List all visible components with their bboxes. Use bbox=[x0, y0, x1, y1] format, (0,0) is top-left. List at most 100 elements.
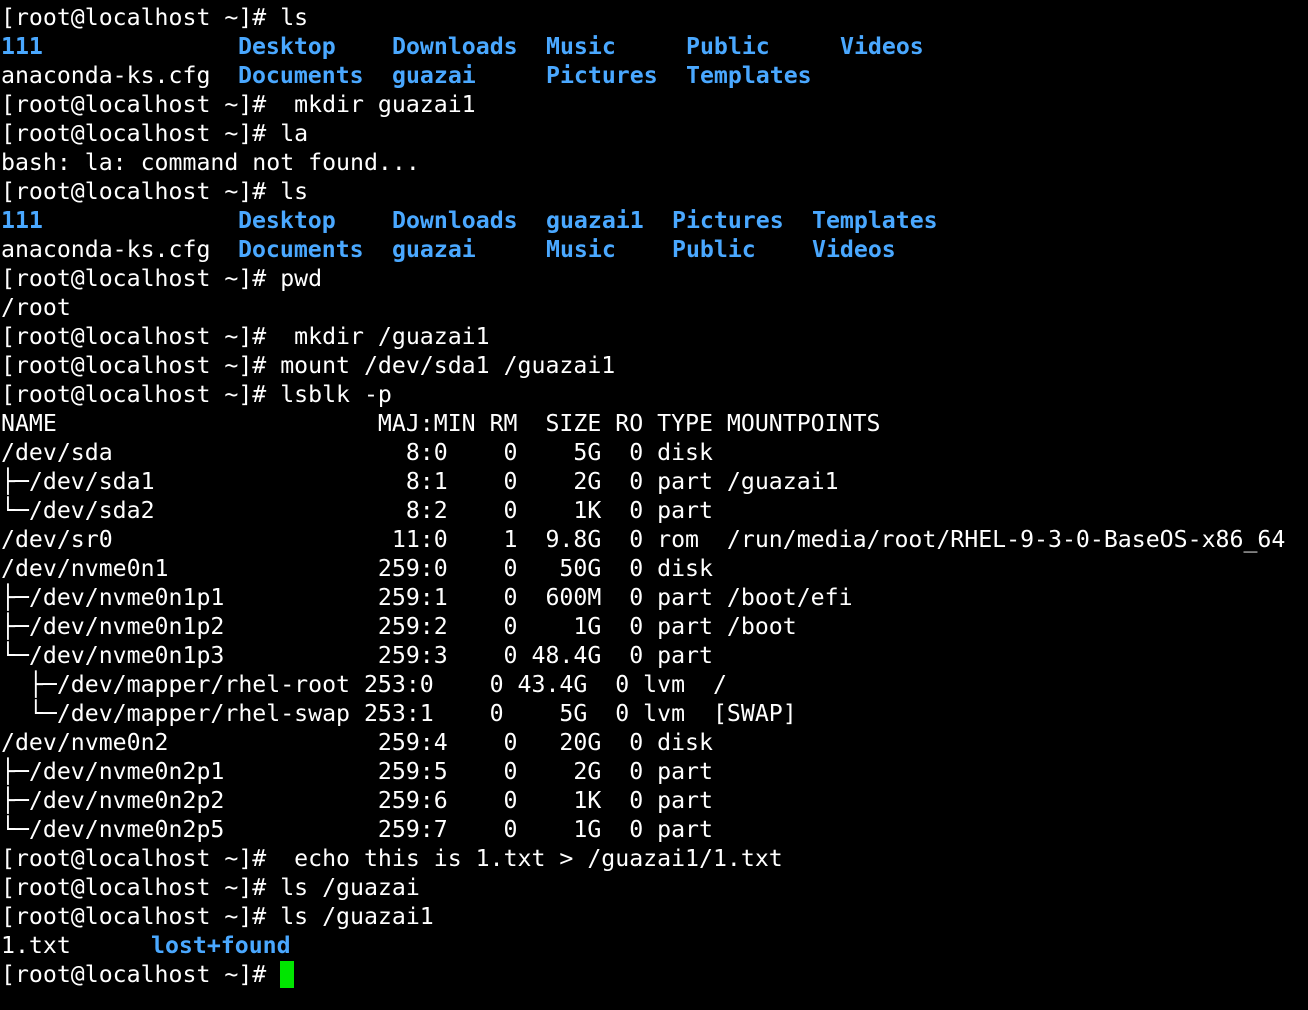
directory-entry: Templates bbox=[686, 62, 812, 89]
directory-entry: Videos bbox=[812, 236, 896, 263]
output-line: /dev/nvme0n1 259:0 0 50G 0 disk bbox=[1, 554, 1308, 583]
output-text: └─/dev/nvme0n2p5 259:7 0 1G 0 part bbox=[1, 816, 727, 843]
output-text: ├─/dev/nvme0n1p1 259:1 0 600M 0 part /bo… bbox=[1, 584, 853, 611]
listing-line: anaconda-ks.cfg Documents guazai Music Publi… bbox=[1, 235, 1308, 264]
directory-entry: lost+found bbox=[151, 932, 291, 959]
directory-entry: Desktop bbox=[238, 33, 336, 60]
output-line: └─/dev/nvme0n1p3 259:3 0 48.4G 0 part bbox=[1, 641, 1308, 670]
shell-prompt: [root@localhost ~]# bbox=[1, 4, 281, 31]
directory-entry: 111 bbox=[1, 207, 43, 234]
shell-prompt: [root@localhost ~]# bbox=[1, 903, 281, 930]
directory-entry: Pictures bbox=[672, 207, 784, 234]
directory-entry: Documents bbox=[238, 62, 364, 89]
output-text: ├─/dev/nvme0n2p2 259:6 0 1K 0 part bbox=[1, 787, 727, 814]
directory-entry: guazai bbox=[392, 62, 476, 89]
shell-prompt: [root@localhost ~]# bbox=[1, 265, 281, 292]
terminal-window[interactable]: [root@localhost ~]# ls 111 Desktop Download… bbox=[0, 0, 1308, 1010]
output-line: ├─/dev/nvme0n1p1 259:1 0 600M 0 part /bo… bbox=[1, 583, 1308, 612]
directory-entry: Desktop bbox=[238, 207, 336, 234]
command-line: [root@localhost ~]# ls /guazai1 bbox=[1, 902, 1308, 931]
command-line: [root@localhost ~]# mkdir /guazai1 bbox=[1, 322, 1308, 351]
directory-entry: Videos bbox=[840, 33, 924, 60]
output-text: └─/dev/sda2 8:2 0 1K 0 part bbox=[1, 497, 727, 524]
output-line: /root bbox=[1, 293, 1308, 322]
command-text: ls /guazai1 bbox=[280, 903, 434, 930]
output-line: └─/dev/sda2 8:2 0 1K 0 part bbox=[1, 496, 1308, 525]
command-text: ls bbox=[280, 4, 309, 31]
command-line: [root@localhost ~]# la bbox=[1, 119, 1308, 148]
output-line: └─/dev/mapper/rhel-swap 253:1 0 5G 0 lvm… bbox=[1, 699, 1308, 728]
command-text: mount /dev/sda1 /guazai1 bbox=[280, 352, 616, 379]
directory-entry: Documents bbox=[238, 236, 364, 263]
directory-entry: Downloads bbox=[392, 33, 518, 60]
shell-prompt: [root@localhost ~]# bbox=[1, 91, 281, 118]
command-line: [root@localhost ~]# lsblk -p bbox=[1, 380, 1308, 409]
output-text: /root bbox=[1, 294, 71, 321]
output-text: /dev/nvme0n1 259:0 0 50G 0 disk bbox=[1, 555, 727, 582]
output-text: bash: la: command not found... bbox=[1, 149, 420, 176]
listing-line: 111 Desktop Downloads guazai1 Pictures Templa… bbox=[1, 206, 1308, 235]
output-line: └─/dev/nvme0n2p5 259:7 0 1G 0 part bbox=[1, 815, 1308, 844]
directory-entry: guazai1 bbox=[546, 207, 644, 234]
directory-entry: Music bbox=[546, 33, 616, 60]
directory-entry: Templates bbox=[812, 207, 938, 234]
command-line: [root@localhost ~]# ls bbox=[1, 177, 1308, 206]
shell-prompt: [root@localhost ~]# bbox=[1, 874, 281, 901]
command-text: la bbox=[280, 120, 309, 147]
output-line: ├─/dev/nvme0n1p2 259:2 0 1G 0 part /boot bbox=[1, 612, 1308, 641]
command-text: pwd bbox=[280, 265, 323, 292]
command-line: [root@localhost ~]# mkdir guazai1 bbox=[1, 90, 1308, 119]
command-line: [root@localhost ~]# mount /dev/sda1 /gua… bbox=[1, 351, 1308, 380]
output-text: /dev/sda 8:0 0 5G 0 disk bbox=[1, 439, 727, 466]
output-line: bash: la: command not found... bbox=[1, 148, 1308, 177]
shell-prompt: [root@localhost ~]# bbox=[1, 323, 281, 350]
command-text: lsblk -p bbox=[280, 381, 392, 408]
directory-entry: Music bbox=[546, 236, 616, 263]
listing-line: 111 Desktop Downloads Music Public Videos bbox=[1, 32, 1308, 61]
listing-line: anaconda-ks.cfg Documents guazai Pictures Te… bbox=[1, 61, 1308, 90]
command-text: mkdir /guazai1 bbox=[280, 323, 490, 350]
directory-entry: 111 bbox=[1, 33, 43, 60]
output-text: └─/dev/mapper/rhel-swap 253:1 0 5G 0 lvm… bbox=[1, 700, 797, 727]
output-line: ├─/dev/nvme0n2p1 259:5 0 2G 0 part bbox=[1, 757, 1308, 786]
output-line: ├─/dev/nvme0n2p2 259:6 0 1K 0 part bbox=[1, 786, 1308, 815]
directory-entry: Pictures bbox=[546, 62, 658, 89]
listing-line: 1.txt lost+found bbox=[1, 931, 1308, 960]
command-text: echo this is 1.txt > /guazai1/1.txt bbox=[280, 845, 783, 872]
command-line: [root@localhost ~]# ls /guazai bbox=[1, 873, 1308, 902]
text-cursor[interactable] bbox=[280, 961, 295, 988]
output-line: ├─/dev/sda1 8:1 0 2G 0 part /guazai1 bbox=[1, 467, 1308, 496]
file-entry: anaconda-ks.cfg bbox=[1, 62, 211, 89]
active-prompt-line: [root@localhost ~]# bbox=[1, 960, 1308, 989]
shell-prompt: [root@localhost ~]# bbox=[1, 120, 281, 147]
shell-prompt: [root@localhost ~]# bbox=[1, 961, 281, 988]
output-line: ├─/dev/mapper/rhel-root 253:0 0 43.4G 0 … bbox=[1, 670, 1308, 699]
file-entry: anaconda-ks.cfg bbox=[1, 236, 211, 263]
shell-prompt: [root@localhost ~]# bbox=[1, 381, 281, 408]
command-line: [root@localhost ~]# ls bbox=[1, 3, 1308, 32]
command-line: [root@localhost ~]# pwd bbox=[1, 264, 1308, 293]
file-entry: 1.txt bbox=[1, 932, 71, 959]
output-line: /dev/sda 8:0 0 5G 0 disk bbox=[1, 438, 1308, 467]
output-text: ├─/dev/sda1 8:1 0 2G 0 part /guazai1 bbox=[1, 468, 839, 495]
output-line: /dev/sr0 11:0 1 9.8G 0 rom /run/media/ro… bbox=[1, 525, 1308, 554]
output-text: /dev/nvme0n2 259:4 0 20G 0 disk bbox=[1, 729, 727, 756]
directory-entry: Public bbox=[672, 236, 756, 263]
output-text: └─/dev/nvme0n1p3 259:3 0 48.4G 0 part bbox=[1, 642, 727, 669]
directory-entry: Downloads bbox=[392, 207, 518, 234]
shell-prompt: [root@localhost ~]# bbox=[1, 178, 281, 205]
directory-entry: Public bbox=[686, 33, 770, 60]
command-text: ls bbox=[280, 178, 309, 205]
output-line: /dev/nvme0n2 259:4 0 20G 0 disk bbox=[1, 728, 1308, 757]
output-text: ├─/dev/mapper/rhel-root 253:0 0 43.4G 0 … bbox=[1, 671, 727, 698]
command-line: [root@localhost ~]# echo this is 1.txt >… bbox=[1, 844, 1308, 873]
command-text: mkdir guazai1 bbox=[280, 91, 476, 118]
output-text: ├─/dev/nvme0n1p2 259:2 0 1G 0 part /boot bbox=[1, 613, 797, 640]
output-text: /dev/sr0 11:0 1 9.8G 0 rom /run/media/ro… bbox=[1, 526, 1286, 553]
directory-entry: guazai bbox=[392, 236, 476, 263]
command-text: ls /guazai bbox=[280, 874, 420, 901]
output-text: NAME MAJ:MIN RM SIZE RO TYPE MOUNTPOINTS bbox=[1, 410, 881, 437]
output-line: NAME MAJ:MIN RM SIZE RO TYPE MOUNTPOINTS bbox=[1, 409, 1308, 438]
shell-prompt: [root@localhost ~]# bbox=[1, 352, 281, 379]
output-text: ├─/dev/nvme0n2p1 259:5 0 2G 0 part bbox=[1, 758, 727, 785]
